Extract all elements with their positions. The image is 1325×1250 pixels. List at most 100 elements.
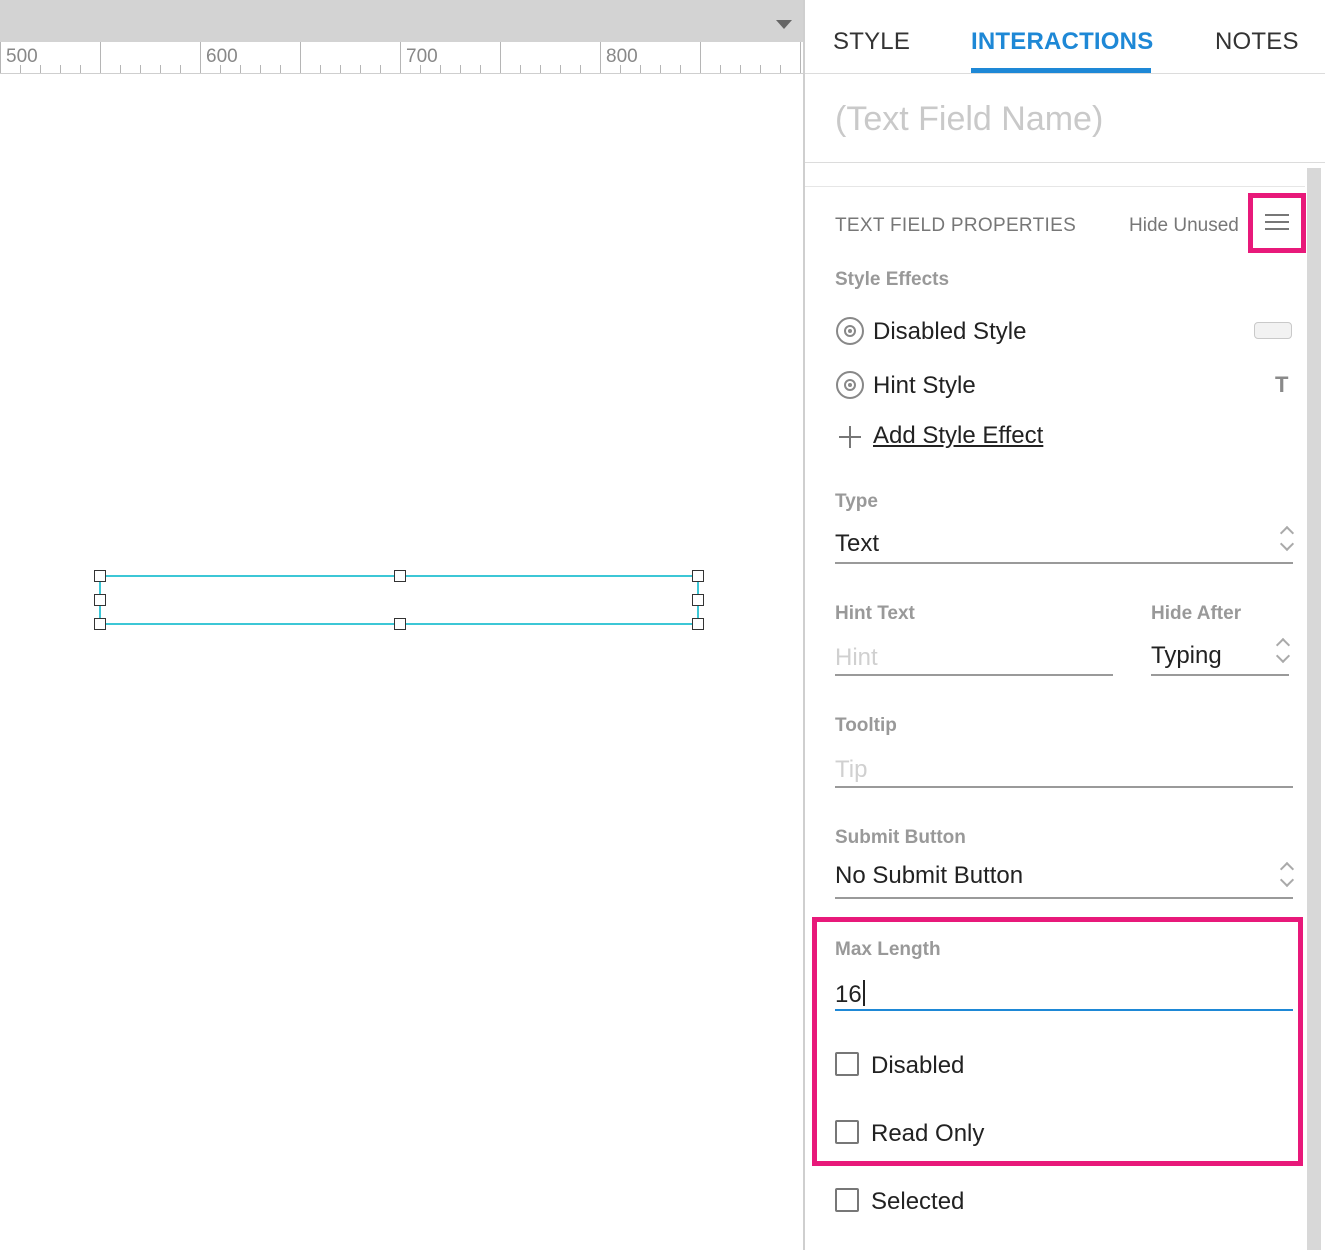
active-tab-indicator <box>971 68 1151 73</box>
ruler-tick <box>0 42 1 73</box>
ruler-tick <box>120 65 121 73</box>
ruler-tick <box>780 65 781 73</box>
selected-checkbox[interactable] <box>835 1188 859 1212</box>
ruler-tick <box>460 65 461 73</box>
hide-unused-label[interactable]: Hide Unused <box>1129 215 1239 237</box>
widget-name-input[interactable]: (Text Field Name) <box>835 100 1103 139</box>
tab-style[interactable]: STYLE <box>833 28 910 56</box>
divider <box>805 162 1325 163</box>
ruler-tick <box>180 65 181 73</box>
ruler-tick <box>80 65 81 73</box>
resize-handle[interactable] <box>692 594 704 606</box>
ruler-tick <box>640 65 641 73</box>
ruler-tick <box>140 65 141 73</box>
tab-interactions[interactable]: INTERACTIONS <box>971 28 1153 56</box>
resize-handle[interactable] <box>94 618 106 630</box>
resize-handle[interactable] <box>394 570 406 582</box>
submit-button-label: Submit Button <box>835 827 966 848</box>
ruler-tick <box>100 42 101 73</box>
ruler-tick <box>620 65 621 73</box>
ruler-tick <box>740 65 741 73</box>
highlight-box <box>812 917 1303 1166</box>
ruler-tick <box>320 65 321 73</box>
ruler-tick <box>540 65 541 73</box>
ruler-tick <box>160 65 161 73</box>
vertical-scrollbar[interactable] <box>1307 168 1321 1250</box>
divider <box>805 186 1305 187</box>
ruler-tick <box>720 65 721 73</box>
ruler-tick <box>380 65 381 73</box>
ruler-tick <box>340 65 341 73</box>
ruler-tick <box>20 65 21 73</box>
up-down-arrows-icon[interactable] <box>1279 526 1295 554</box>
ruler-tick <box>580 65 581 73</box>
style-effects-label: Style Effects <box>835 269 950 290</box>
section-title: TEXT FIELD PROPERTIES <box>835 215 1077 236</box>
ruler-tick <box>520 65 521 73</box>
up-down-arrows-icon[interactable] <box>1275 638 1291 666</box>
hide-after-select[interactable]: Typing <box>1151 642 1222 670</box>
resize-handle[interactable] <box>94 570 106 582</box>
canvas-top-bar <box>0 0 803 42</box>
ruler-tick <box>60 65 61 73</box>
ruler-label: 800 <box>606 46 638 67</box>
inspector-panel: STYLE INTERACTIONS NOTES (Text Field Nam… <box>805 0 1325 1250</box>
highlight-box <box>1248 193 1306 253</box>
ruler-tick <box>480 65 481 73</box>
ruler-tick <box>700 42 701 73</box>
design-canvas[interactable]: 500 600 700 800 <box>0 0 803 1250</box>
ruler-tick <box>420 65 421 73</box>
style-effect-icon <box>836 317 864 345</box>
ruler-tick <box>200 42 201 73</box>
type-select-underline <box>835 562 1293 564</box>
disabled-style-swatch[interactable] <box>1254 322 1292 339</box>
text-glyph-icon[interactable]: T <box>1275 372 1288 398</box>
resize-handle[interactable] <box>94 594 106 606</box>
tooltip-underline <box>835 786 1293 788</box>
ruler-tick <box>260 65 261 73</box>
ruler-tick <box>40 65 41 73</box>
ruler-tick <box>660 65 661 73</box>
inspector-tabs: STYLE INTERACTIONS NOTES <box>805 0 1325 74</box>
ruler-tick <box>560 65 561 73</box>
submit-button-select[interactable]: No Submit Button <box>835 862 1023 890</box>
ruler-tick <box>400 42 401 73</box>
dropdown-arrow-icon[interactable] <box>776 20 792 29</box>
selected-checkbox-label[interactable]: Selected <box>871 1188 964 1216</box>
ruler-tick <box>280 65 281 73</box>
ruler-tick <box>680 65 681 73</box>
ruler-tick <box>800 42 801 73</box>
type-select[interactable]: Text <box>835 530 879 558</box>
ruler-tick <box>360 65 361 73</box>
style-effect-icon <box>836 371 864 399</box>
resize-handle[interactable] <box>692 618 704 630</box>
ruler-label: 700 <box>406 46 438 67</box>
ruler-label: 600 <box>206 46 238 67</box>
ruler-tick <box>500 42 501 73</box>
horizontal-ruler: 500 600 700 800 <box>0 42 803 74</box>
disabled-style-item[interactable]: Disabled Style <box>873 318 1026 346</box>
ruler-tick <box>300 42 301 73</box>
resize-handle[interactable] <box>692 570 704 582</box>
tooltip-input[interactable]: Tip <box>835 756 867 784</box>
ruler-tick <box>600 42 601 73</box>
hint-text-input[interactable]: Hint <box>835 644 878 672</box>
ruler-tick <box>240 65 241 73</box>
hint-text-underline <box>835 674 1113 676</box>
hide-after-label: Hide After <box>1151 603 1242 624</box>
tooltip-label: Tooltip <box>835 715 897 736</box>
resize-handle[interactable] <box>394 618 406 630</box>
up-down-arrows-icon[interactable] <box>1279 862 1295 890</box>
add-style-effect-link[interactable]: Add Style Effect <box>873 422 1043 450</box>
type-label: Type <box>835 491 878 512</box>
tab-notes[interactable]: NOTES <box>1215 28 1299 56</box>
ruler-label: 500 <box>6 46 38 67</box>
ruler-tick <box>440 65 441 73</box>
plus-icon[interactable] <box>839 426 861 448</box>
ruler-tick <box>220 65 221 73</box>
hint-style-item[interactable]: Hint Style <box>873 372 976 400</box>
hint-text-label: Hint Text <box>835 603 915 624</box>
ruler-tick <box>760 65 761 73</box>
hide-after-underline <box>1151 674 1289 676</box>
submit-button-underline <box>835 897 1293 899</box>
